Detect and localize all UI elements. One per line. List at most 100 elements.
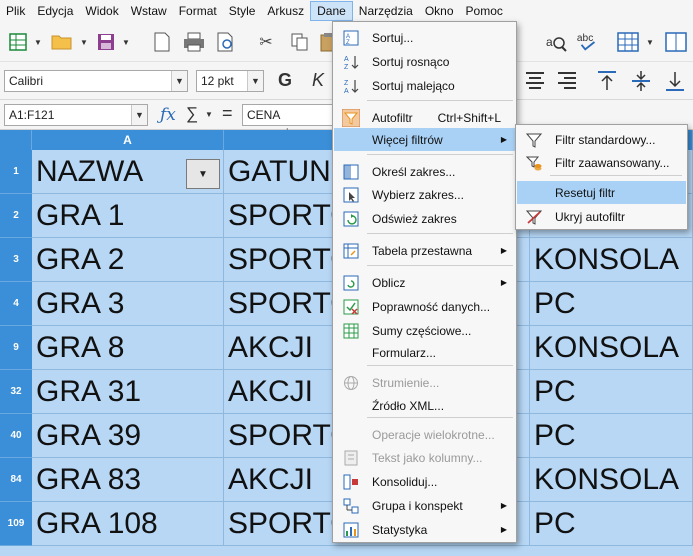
define-range-icon	[342, 163, 360, 181]
menu-item-sortuj-malej-co[interactable]: Z A Sortuj malejąco	[334, 74, 515, 97]
menu-item-wi-cej-filtr-w[interactable]: Więcej filtrów ▶	[334, 128, 515, 151]
open-dropdown-icon[interactable]: ▼	[80, 38, 88, 47]
svg-text:a: a	[546, 35, 553, 49]
menu-item-sumy-cz-ciowe[interactable]: Sumy częściowe...	[334, 319, 515, 342]
row-header[interactable]: 9	[0, 326, 32, 370]
align-right-icon[interactable]	[556, 70, 578, 93]
menu-item-poprawno-danych[interactable]: Poprawność danych...	[334, 295, 515, 318]
save-dropdown-icon[interactable]: ▼	[122, 38, 130, 47]
cell-a[interactable]: GRA 39	[32, 414, 224, 458]
menu-dane[interactable]: Dane	[310, 1, 353, 21]
cell-c[interactable]: PC	[530, 414, 693, 458]
italic-button[interactable]: K	[312, 70, 324, 91]
menu-okno[interactable]: Okno	[419, 1, 460, 21]
cell-a[interactable]: GRA 8	[32, 326, 224, 370]
sum-dropdown-icon[interactable]: ▼	[205, 110, 213, 119]
menu-separator	[367, 417, 513, 418]
row-header[interactable]: 1	[0, 150, 32, 194]
submenu-item-resetuj-filtr[interactable]: Resetuj filtr	[517, 181, 686, 204]
autofilter-dropdown-button[interactable]: ▼	[186, 159, 220, 189]
open-folder-icon[interactable]	[50, 30, 74, 54]
export-pdf-icon[interactable]	[150, 30, 174, 54]
font-name-dropdown-icon[interactable]: ▼	[171, 71, 187, 91]
sum-icon[interactable]: ∑	[186, 104, 198, 124]
row-header[interactable]: 2	[0, 194, 32, 238]
menu-item-konsoliduj[interactable]: Konsoliduj...	[334, 470, 515, 493]
print-icon[interactable]	[182, 30, 206, 54]
formula-equals-icon[interactable]: =	[222, 103, 233, 124]
name-box[interactable]: A1:F121 ▼	[4, 104, 148, 126]
menu-item-grupa-i-konspekt[interactable]: Grupa i konspekt ▶	[334, 494, 515, 517]
menu-item-label: Sortuj rosnąco	[372, 54, 450, 69]
menu-item-tabela-przestawna[interactable]: Tabela przestawna ▶	[334, 239, 515, 262]
font-size-combo[interactable]: 12 pkt ▼	[196, 70, 264, 92]
save-icon[interactable]	[94, 30, 118, 54]
spellcheck-icon[interactable]: abc	[576, 30, 600, 54]
cell-c[interactable]: KONSOLA	[530, 458, 693, 502]
row-header[interactable]: 40	[0, 414, 32, 458]
cell-a[interactable]: GRA 83	[32, 458, 224, 502]
cell-a[interactable]: GRA 31	[32, 370, 224, 414]
formula-input[interactable]: CENA WYPOŻYC	[242, 104, 342, 142]
cell-c[interactable]: PC	[530, 370, 693, 414]
submenu-item-filtr-zaawansowany[interactable]: Filtr zaawansowany...	[517, 151, 686, 174]
cell-c[interactable]: KONSOLA	[530, 326, 693, 370]
menu-item-formularz[interactable]: Formularz...	[334, 341, 515, 364]
menu-plik[interactable]: Plik	[0, 1, 31, 21]
select-all-corner[interactable]	[0, 130, 32, 150]
menu-item-autofiltr[interactable]: Autofiltr Ctrl+Shift+L	[334, 106, 515, 129]
align-top-icon[interactable]	[596, 70, 618, 95]
font-name-combo[interactable]: Calibri ▼	[4, 70, 188, 92]
menu-item-statystyka[interactable]: Statystyka ▶	[334, 518, 515, 541]
function-wizard-icon[interactable]: ƒx	[160, 105, 176, 125]
row-column-grid-icon[interactable]	[616, 30, 640, 54]
find-replace-icon[interactable]: a	[544, 30, 568, 54]
row-header[interactable]: 84	[0, 458, 32, 502]
align-middle-icon[interactable]	[630, 70, 652, 95]
menu-item-od-wie-zakres[interactable]: Odśwież zakres	[334, 207, 515, 230]
new-dropdown-icon[interactable]: ▼	[34, 38, 42, 47]
cell-c[interactable]: PC	[530, 282, 693, 326]
menu-style[interactable]: Style	[223, 1, 262, 21]
column-icon[interactable]	[664, 30, 688, 54]
font-size-dropdown-icon[interactable]: ▼	[247, 71, 263, 91]
svg-text:A: A	[344, 88, 349, 94]
print-preview-icon[interactable]	[214, 30, 238, 54]
menu-item-okre-l-zakres[interactable]: Określ zakres...	[334, 160, 515, 183]
name-box-dropdown-icon[interactable]: ▼	[131, 105, 147, 125]
row-header[interactable]: 109	[0, 502, 32, 546]
row-header[interactable]: 3	[0, 238, 32, 282]
cell-a[interactable]: GRA 1	[32, 194, 224, 238]
menu-format[interactable]: Format	[173, 1, 223, 21]
submenu-item-ukryj-autofiltr[interactable]: Ukryj autofiltr	[517, 205, 686, 228]
font-name-value: Calibri	[9, 74, 44, 88]
grid-dropdown-icon[interactable]: ▼	[646, 38, 654, 47]
menu-item-r-d-o-xml[interactable]: Źródło XML...	[334, 394, 515, 417]
align-center-icon[interactable]	[524, 70, 546, 93]
new-spreadsheet-icon[interactable]	[6, 30, 30, 54]
cell-a[interactable]: GRA 108	[32, 502, 224, 546]
menu-arkusz[interactable]: Arkusz	[261, 1, 310, 21]
menu-widok[interactable]: Widok	[79, 1, 124, 21]
menu-pomoc[interactable]: Pomoc	[460, 1, 509, 21]
cell-c[interactable]: PC	[530, 502, 693, 546]
copy-icon[interactable]	[288, 30, 312, 54]
menu-edycja[interactable]: Edycja	[31, 1, 79, 21]
align-bottom-icon[interactable]	[664, 70, 686, 95]
column-header-a[interactable]: A	[32, 130, 224, 150]
menu-item-sortuj[interactable]: A Z Sortuj...	[334, 26, 515, 49]
bold-button[interactable]: G	[278, 70, 292, 91]
menu-wstaw[interactable]: Wstaw	[125, 1, 173, 21]
cell-a[interactable]: GRA 3	[32, 282, 224, 326]
menu-item-shortcut: Ctrl+Shift+L	[437, 110, 501, 125]
submenu-item-filtr-standardowy[interactable]: Filtr standardowy...	[517, 128, 686, 151]
row-header[interactable]: 4	[0, 282, 32, 326]
menu-item-sortuj-rosn-co[interactable]: A Z Sortuj rosnąco	[334, 50, 515, 73]
menu-narzedzia[interactable]: Narzędzia	[353, 1, 419, 21]
cell-a[interactable]: GRA 2	[32, 238, 224, 282]
cell-c[interactable]: KONSOLA	[530, 238, 693, 282]
row-header[interactable]: 32	[0, 370, 32, 414]
menu-item-wybierz-zakres[interactable]: Wybierz zakres...	[334, 183, 515, 206]
menu-item-oblicz[interactable]: Oblicz ▶	[334, 271, 515, 294]
cut-icon[interactable]: ✂	[254, 30, 278, 54]
